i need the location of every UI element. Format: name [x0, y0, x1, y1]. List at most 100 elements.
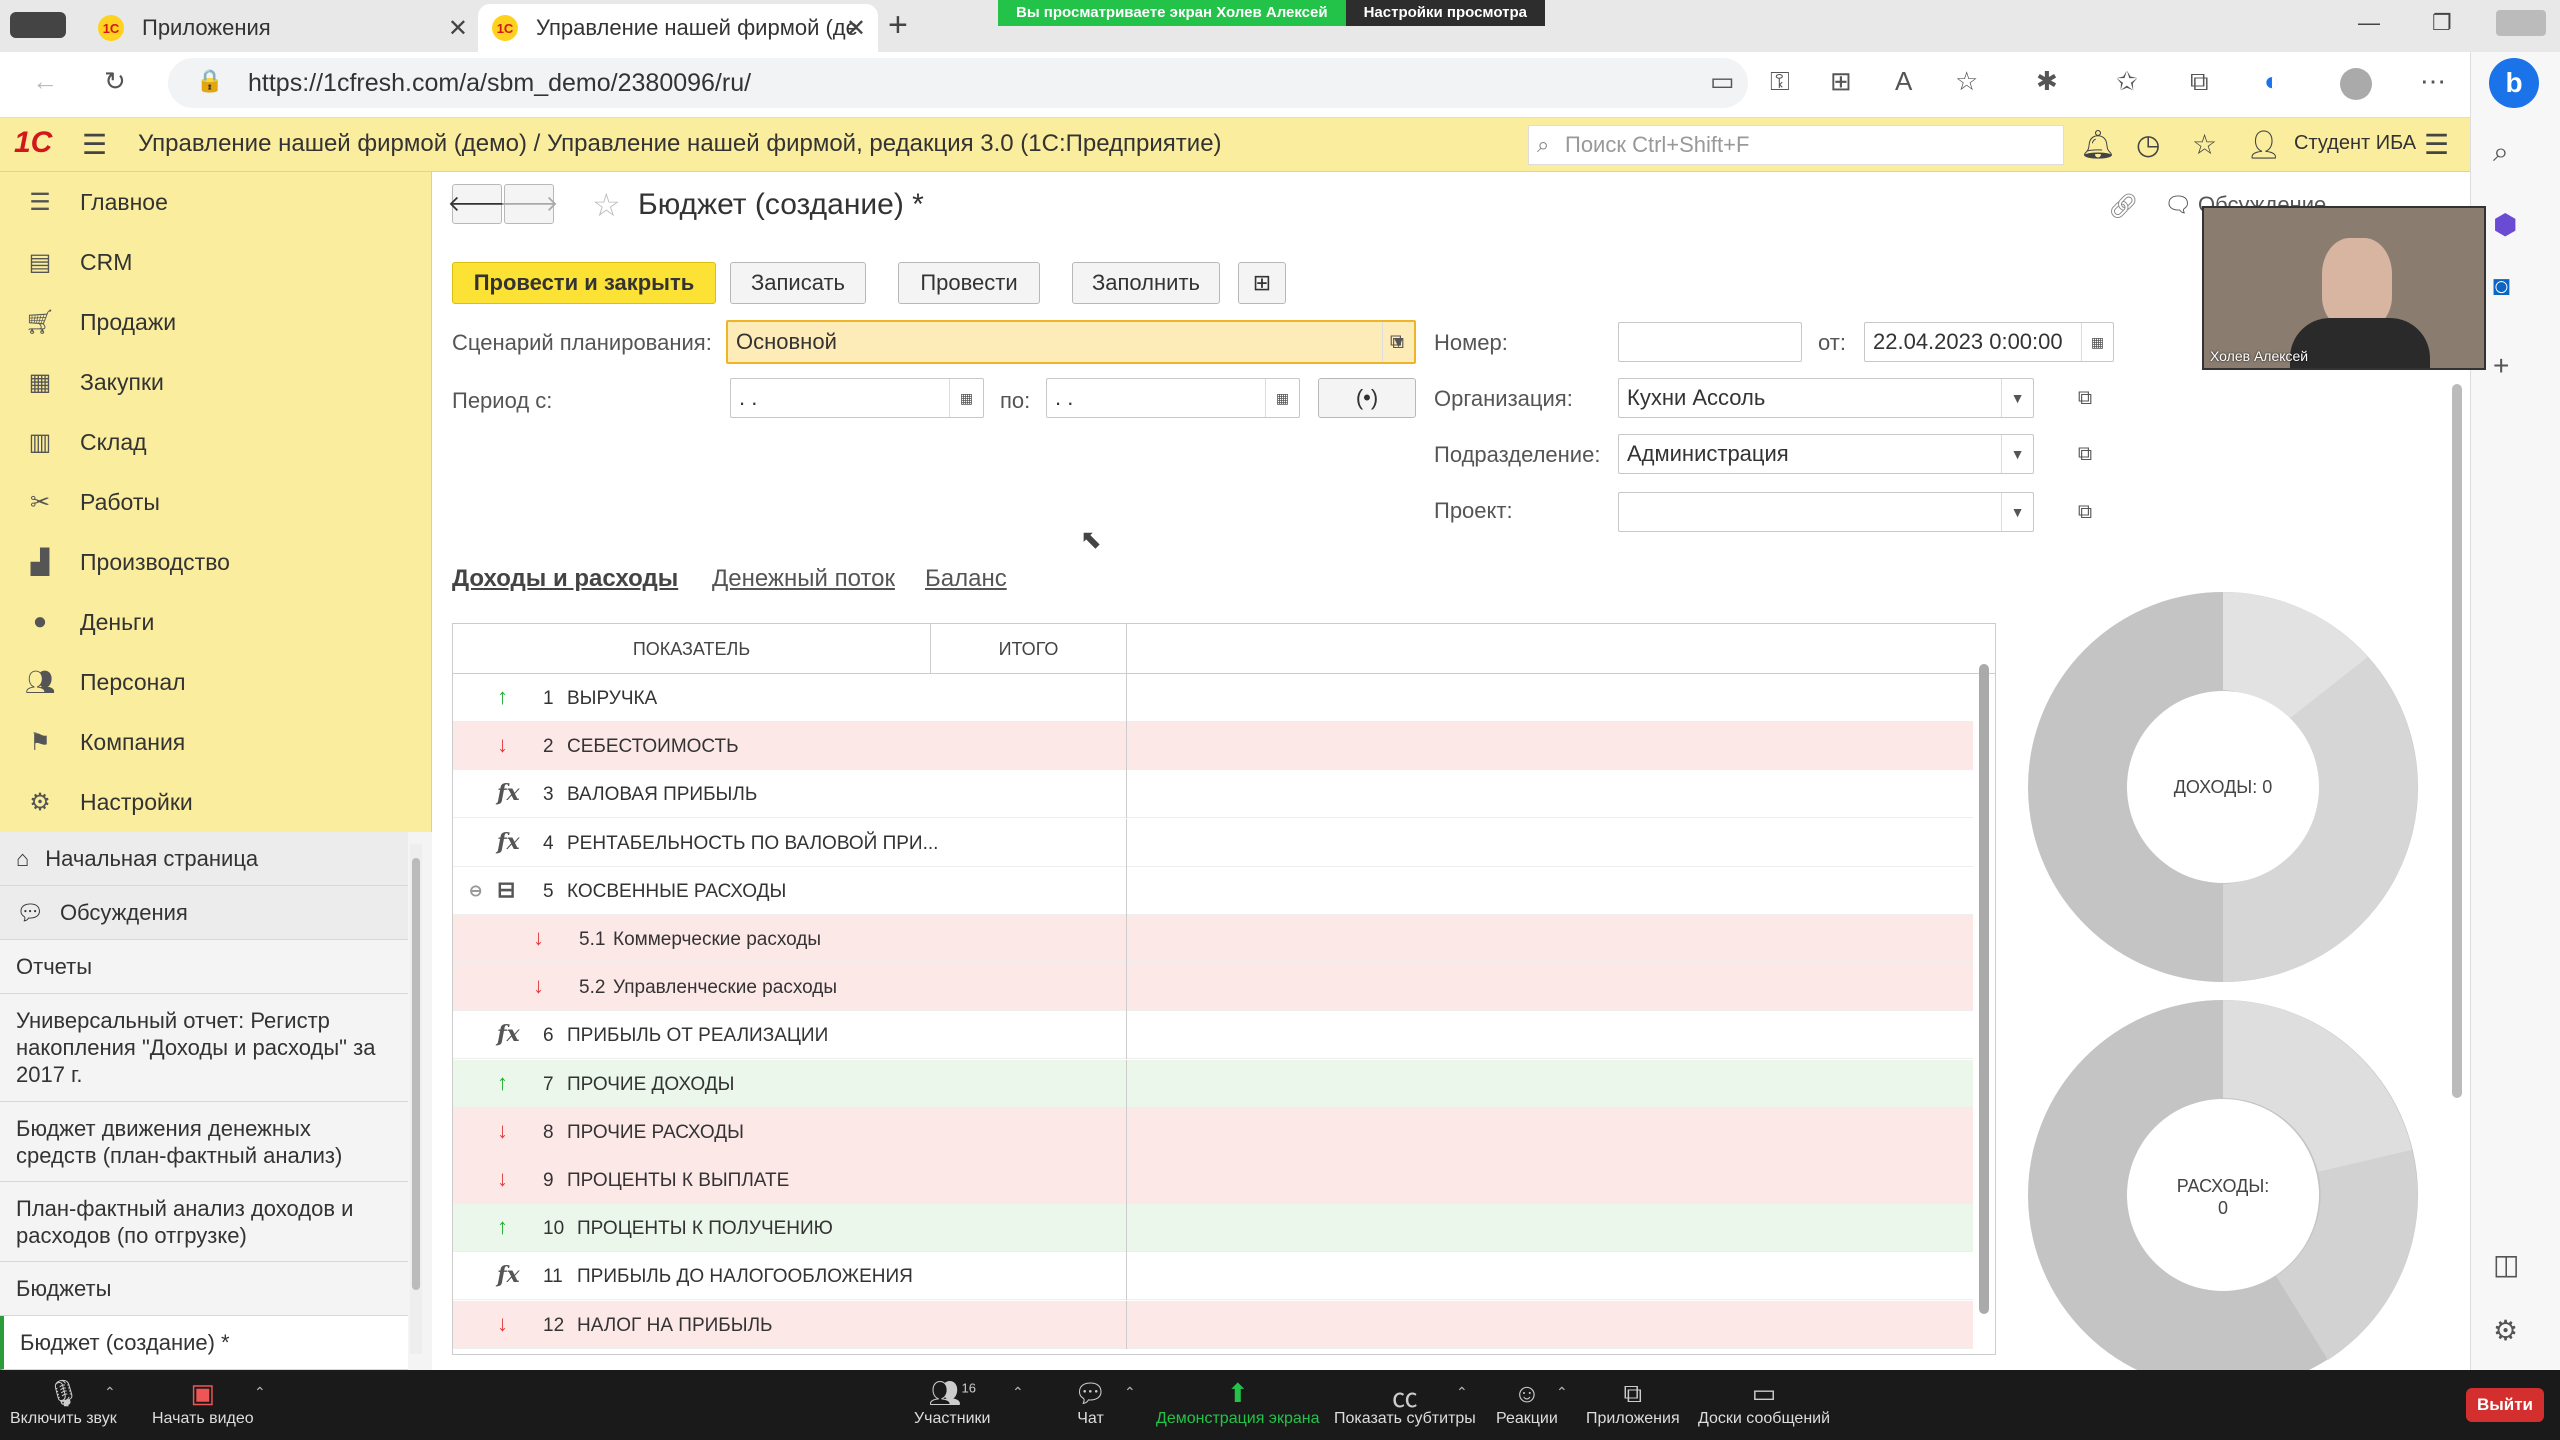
sidebar-item-works[interactable]: ✂ Работы — [0, 472, 432, 532]
open-window-budget-create[interactable]: Бюджет (создание) * — [0, 1316, 408, 1370]
minimize-icon[interactable]: — — [2358, 10, 2380, 36]
search-input[interactable]: ⌕ Поиск Ctrl+Shift+F — [1528, 125, 2064, 165]
calendar-icon[interactable]: ▦ — [949, 379, 983, 417]
user-name[interactable]: Студент ИБА — [2294, 132, 2416, 155]
outlook-icon[interactable]: ◙ — [2493, 270, 2510, 302]
sidebar-item-warehouse[interactable]: ▥ Склад — [0, 412, 432, 472]
gear-icon[interactable]: ⚙ — [2493, 1314, 2518, 1347]
add-favorite-icon[interactable]: ☆ — [1955, 66, 1978, 97]
browser-tab-active[interactable]: 1С Управление нашей фирмой (де ✕ — [478, 4, 878, 52]
table-row[interactable]: fx 3 ВАЛОВАЯ ПРИБЫЛЬ — [453, 770, 1973, 819]
open-window-home[interactable]: ⌂ Начальная страница — [0, 832, 408, 886]
calendar-icon[interactable]: ▦ — [1265, 379, 1299, 417]
menu-icon[interactable]: ☰ — [2424, 128, 2449, 161]
open-window-plan-fact[interactable]: План-фактный анализ доходов и расходов (… — [0, 1182, 408, 1262]
post-button[interactable]: Провести — [898, 262, 1040, 304]
save-button[interactable]: Записать — [730, 262, 866, 304]
chevron-up-icon[interactable]: ⌃ — [254, 1384, 266, 1401]
chevron-up-icon[interactable]: ⌃ — [1124, 1384, 1136, 1401]
period-from-field[interactable]: . . ▦ — [730, 378, 984, 418]
apps-icon[interactable]: ⊞ — [1830, 66, 1852, 97]
view-settings-button[interactable]: Настройки просмотра — [1345, 0, 1545, 26]
sidebar-item-settings[interactable]: ⚙ Настройки — [0, 772, 432, 832]
share-screen-button[interactable]: ⬆ Демонстрация экрана — [1156, 1378, 1320, 1428]
open-icon[interactable]: ⧉ — [2070, 434, 2100, 474]
unmute-button[interactable]: 🎙︎ Включить звук — [10, 1378, 117, 1428]
user-icon[interactable]: 👤︎ — [2246, 128, 2282, 161]
open-window-universal-report[interactable]: Универсальный отчет: Регистр накопления … — [0, 994, 408, 1102]
sidebar-scroll-thumb[interactable] — [412, 858, 420, 1290]
open-window-reports[interactable]: Отчеты — [0, 940, 408, 994]
reactions-button[interactable]: ☺ Реакции — [1496, 1378, 1558, 1428]
browser-tab-apps[interactable]: 1С Приложения ✕ — [90, 4, 480, 52]
add-icon[interactable]: + — [2493, 350, 2509, 382]
table-row[interactable]: ↓ 2 СЕБЕСТОИМОСТЬ — [453, 722, 1973, 771]
chevron-down-icon[interactable]: ▼ — [2001, 379, 2033, 417]
tab-cash-flow[interactable]: Денежный поток — [712, 565, 895, 593]
back-button[interactable]: 🡐 — [448, 184, 507, 224]
restore-icon[interactable]: ❐ — [2432, 10, 2452, 36]
url-field[interactable]: 🔒 https://1cfresh.com/a/sbm_demo/2380096… — [168, 58, 1748, 108]
zoom-apps-button[interactable]: ⧉ Приложения — [1586, 1378, 1680, 1428]
key-icon[interactable]: ⚿ — [1770, 66, 1790, 98]
chevron-up-icon[interactable]: ⌃ — [1012, 1384, 1024, 1401]
history-icon[interactable]: ◷ — [2136, 128, 2160, 161]
table-row[interactable]: fx 11 ПРИБЫЛЬ ДО НАЛОГООБЛОЖЕНИЯ — [453, 1252, 1973, 1301]
open-icon[interactable]: ⧉ — [1382, 322, 1412, 362]
leave-button[interactable]: Выйти — [2466, 1388, 2544, 1422]
start-video-button[interactable]: ▣ Начать видео — [152, 1378, 254, 1428]
number-field[interactable] — [1618, 322, 1802, 362]
column-header-total[interactable]: ИТОГО — [931, 624, 1127, 674]
sidebar-item-production[interactable]: ▟ Производство — [0, 532, 432, 592]
scenario-field[interactable]: Основной ▼ — [726, 320, 1416, 364]
hamburger-icon[interactable]: ☰ — [82, 128, 107, 161]
captions-button[interactable]: ㏄ Показать субтитры — [1334, 1378, 1476, 1428]
link-icon[interactable]: 🔗︎ — [2108, 192, 2138, 221]
profile-icon[interactable] — [10, 12, 66, 38]
edge-icon[interactable]: ◐ — [2264, 66, 2280, 97]
sidebar-item-crm[interactable]: ▤ CRM — [0, 232, 432, 292]
table-row[interactable]: fx 4 РЕНТАБЕЛЬНОСТЬ ПО ВАЛОВОЙ ПРИ... — [453, 818, 1973, 867]
chat-button[interactable]: 💬︎ Чат — [1074, 1378, 1107, 1428]
sidebar-item-money[interactable]: ● Деньги — [0, 592, 432, 652]
calendar-icon[interactable]: ▦ — [2081, 323, 2113, 361]
structure-button[interactable]: ⊞ — [1238, 262, 1286, 304]
collapse-icon[interactable]: ⊖ — [469, 881, 482, 901]
chevron-down-icon[interactable]: ▼ — [2001, 435, 2033, 473]
dept-field[interactable]: Администрация ▼ — [1618, 434, 2034, 474]
sidebar-item-personnel[interactable]: 👥︎ Персонал — [0, 652, 432, 712]
sidebar-item-main[interactable]: ☰ Главное — [0, 172, 432, 232]
sidebar-item-sales[interactable]: 🛒︎ Продажи — [0, 292, 432, 352]
open-icon[interactable]: ⧉ — [2070, 492, 2100, 532]
close-window-icon[interactable] — [2496, 10, 2546, 36]
star-icon[interactable]: ☆ — [592, 186, 621, 224]
open-window-budgets[interactable]: Бюджеты — [0, 1262, 408, 1316]
table-row[interactable]: ↑ 7 ПРОЧИЕ ДОХОДЫ — [453, 1059, 1973, 1108]
table-row[interactable]: fx 6 ПРИБЫЛЬ ОТ РЕАЛИЗАЦИИ — [453, 1011, 1973, 1060]
project-field[interactable]: ▼ — [1618, 492, 2034, 532]
office-icon[interactable]: ⬢ — [2493, 208, 2517, 241]
back-icon[interactable]: ← — [32, 66, 58, 97]
tab-balance[interactable]: Баланс — [925, 565, 1007, 593]
table-row[interactable]: ↑ 1 ВЫРУЧКА — [453, 674, 1973, 722]
new-tab-button[interactable]: + — [888, 6, 908, 45]
close-tab-icon[interactable]: ✕ — [846, 14, 866, 43]
chevron-down-icon[interactable]: ▼ — [2001, 493, 2033, 531]
chevron-up-icon[interactable]: ⌃ — [1456, 1384, 1468, 1401]
more-icon[interactable]: ⋯ — [2420, 66, 2446, 97]
forward-button[interactable]: 🡒 — [500, 184, 559, 224]
table-row[interactable]: ⊖ ⊟ 5 КОСВЕННЫЕ РАСХОДЫ — [453, 866, 1973, 915]
org-field[interactable]: Кухни Ассоль ▼ — [1618, 378, 2034, 418]
bing-icon[interactable]: b — [2489, 58, 2539, 108]
table-row[interactable]: ↓ 9 ПРОЦЕНТЫ К ВЫПЛАТЕ — [453, 1156, 1973, 1204]
sidebar-item-purchases[interactable]: ▦ Закупки — [0, 352, 432, 412]
open-icon[interactable]: ⧉ — [2070, 378, 2100, 418]
table-row[interactable]: ↓ 8 ПРОЧИЕ РАСХОДЫ — [453, 1107, 1973, 1156]
avatar[interactable] — [2340, 68, 2372, 100]
favorites-icon[interactable]: ✩ — [2116, 66, 2138, 97]
table-scroll-thumb[interactable] — [1979, 664, 1989, 1314]
table-row[interactable]: ↓ 5.1 Коммерческие расходы — [453, 915, 1973, 963]
close-tab-icon[interactable]: ✕ — [448, 14, 468, 43]
reload-icon[interactable]: ↻ — [104, 66, 126, 97]
bell-icon[interactable]: 🔔︎ — [2080, 128, 2116, 161]
